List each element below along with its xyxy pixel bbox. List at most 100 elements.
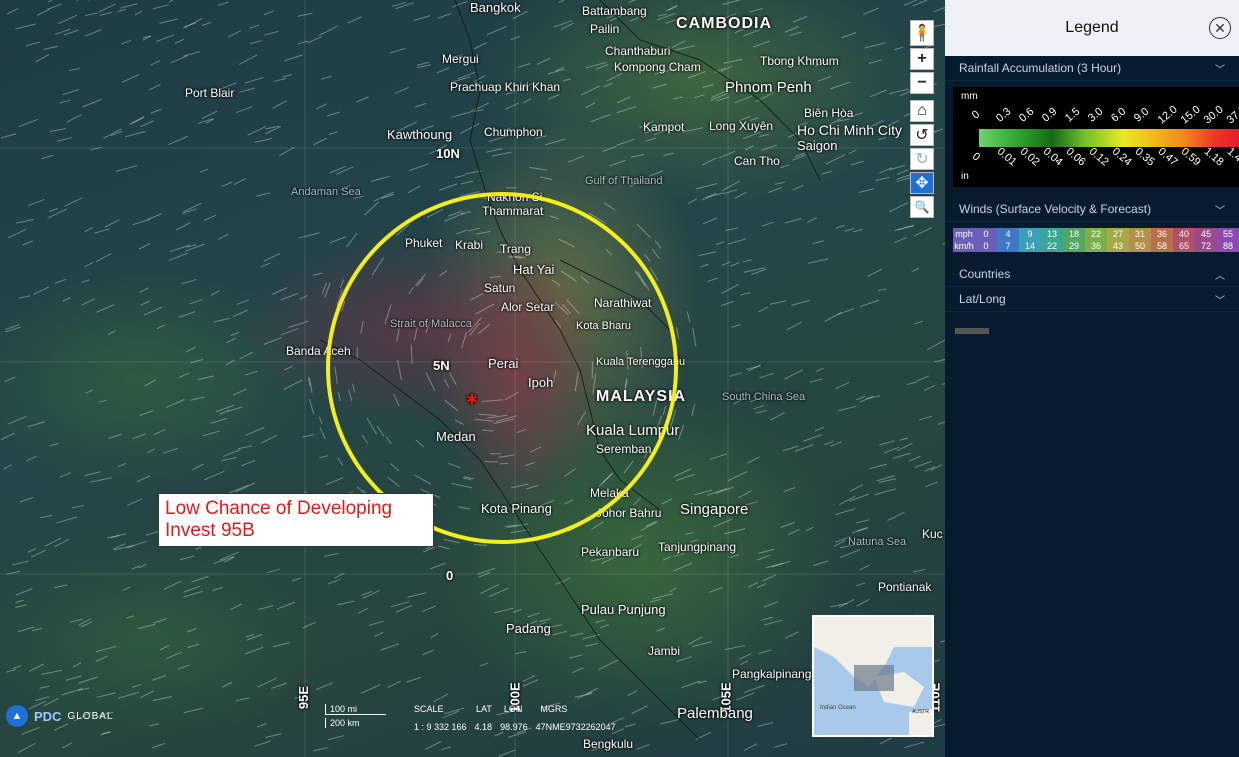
wind-streak [54, 278, 67, 284]
wind-streak [239, 351, 254, 360]
wind-streak [894, 224, 915, 232]
home-button[interactable]: ⌂ [910, 100, 934, 122]
wind-streak [598, 659, 619, 671]
wind-streak [856, 395, 866, 401]
map-view[interactable]: Bangkok Battambang Pailin CAMBODIA Chant… [0, 0, 945, 757]
wind-streak [616, 138, 635, 146]
wind-streak [869, 89, 887, 98]
wind-streak [126, 615, 135, 619]
wind-streak [553, 20, 573, 28]
rain-tick-label: 0.59 [1178, 145, 1203, 169]
pan-button[interactable]: ✥ [910, 172, 934, 194]
wind-streak [656, 627, 665, 632]
rotate-right-button[interactable]: ↻ [910, 148, 934, 170]
wind-streak [771, 560, 791, 568]
minimap-austr-label: AUSTR [912, 709, 929, 715]
wind-streak [825, 154, 846, 165]
wind-streak [49, 127, 66, 133]
wind-streak [245, 634, 254, 638]
wind-streak [879, 737, 892, 745]
wind-streak [152, 742, 165, 749]
wind-streak [17, 742, 36, 753]
wind-streak [585, 61, 607, 69]
wind-streak [686, 311, 691, 323]
wind-streak [441, 746, 452, 751]
wind-streak [62, 88, 80, 96]
wind-streak [407, 185, 422, 194]
wind-streak [115, 165, 138, 172]
wind-streak [856, 519, 870, 524]
rain-section-header[interactable]: Rainfall Accumulation (3 Hour) ﹀ [945, 56, 1239, 81]
wind-streak [256, 722, 267, 728]
rotate-left-button[interactable]: ↺ [910, 124, 934, 146]
wind-streak [743, 267, 765, 273]
wind-streak [702, 84, 714, 89]
wind-streak [769, 300, 787, 305]
wind-streak [671, 40, 686, 49]
wind-streak [276, 601, 296, 610]
wind-streak [321, 75, 332, 80]
wind-section-header[interactable]: Winds (Surface Velocity & Forecast) ﹀ [945, 197, 1239, 222]
wind-streak [830, 602, 848, 608]
wind-streak [346, 232, 358, 247]
wind-streak [681, 680, 701, 689]
wind-streak [432, 693, 449, 703]
wind-value-cell: 18 [1063, 228, 1085, 240]
wind-streak [633, 497, 642, 506]
latlong-section-header[interactable]: Lat/Long ﹀ [945, 287, 1239, 312]
wind-streak [84, 226, 94, 233]
rainfall-color-bar [979, 129, 1239, 147]
close-icon[interactable]: ✕ [1209, 17, 1231, 39]
wind-streak [244, 77, 264, 84]
wind-streak [709, 586, 723, 593]
rain-tick-label: 0.6 [1016, 105, 1037, 125]
wind-streak [315, 682, 333, 691]
wind-streak [210, 290, 220, 296]
wind-streak [80, 621, 93, 628]
street-view-person-icon[interactable]: 🧍 [910, 20, 934, 46]
wind-streak [15, 588, 33, 596]
zoom-out-button[interactable]: − [910, 72, 934, 94]
wind-streak [5, 324, 20, 330]
wind-streak [631, 535, 643, 541]
map-toolbar: 🧍 + − ⌂ ↺ ↻ ✥ 🔍 [910, 20, 934, 220]
countries-section-header[interactable]: Countries ︿ [945, 262, 1239, 287]
rain-tick-label: 0.06 [1063, 145, 1088, 169]
wind-streak [791, 299, 810, 306]
latlong-title: Lat/Long [959, 292, 1006, 306]
rain-tick-label: 1.5 [1062, 105, 1083, 125]
wind-streak [227, 30, 241, 38]
invest-95b-area-circle[interactable] [326, 192, 678, 544]
chevron-up-icon: ︿ [1215, 270, 1225, 282]
wind-streak [652, 593, 673, 600]
wind-streak [691, 641, 713, 648]
storm-center-icon[interactable]: ✱ [466, 391, 478, 408]
wind-streak [805, 526, 814, 532]
wind-streak [339, 279, 345, 288]
wind-streak [128, 116, 145, 126]
rain-tick-label: 6.0 [1108, 105, 1129, 125]
wind-streak [169, 0, 174, 3]
wind-streak [395, 2, 415, 10]
label-padang: Padang [506, 621, 551, 636]
wind-streak [94, 228, 110, 234]
pdc-logo[interactable]: ▲ PDC GLOBAL [6, 705, 113, 727]
wind-streak [595, 64, 609, 70]
wind-streak [739, 660, 749, 666]
wind-streak [600, 624, 609, 629]
overview-minimap[interactable]: Indian Ocean AUSTR [812, 615, 934, 737]
wind-streak [247, 126, 267, 136]
wind-streak [850, 160, 864, 166]
wind-streak [473, 543, 488, 546]
wind-streak [807, 258, 829, 264]
wind-streak [82, 98, 102, 108]
wind-streak [236, 299, 249, 305]
wind-streak [131, 683, 142, 688]
wind-streak [727, 471, 748, 482]
wind-streak [0, 432, 15, 441]
wind-streak [906, 381, 918, 386]
zoom-box-button[interactable]: 🔍 [910, 196, 934, 218]
zoom-in-button[interactable]: + [910, 48, 934, 70]
wind-streak [59, 472, 71, 478]
callout-line1: Low Chance of Developing [165, 498, 393, 519]
